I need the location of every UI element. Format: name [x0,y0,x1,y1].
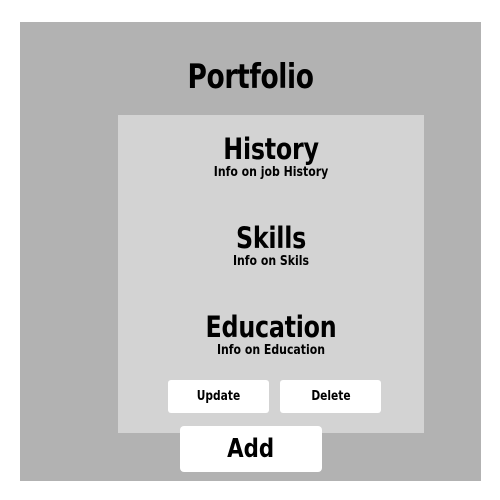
page-title: Portfolio [187,57,314,97]
delete-button-label: Delete [310,389,351,404]
skills-section: Skills Info on Skils [118,224,424,269]
history-title: History [223,132,319,166]
skills-info: Info on Skils [232,254,310,269]
education-section: Education Info on Education [118,313,424,358]
education-title: Education [205,310,337,344]
history-section: History Info on job History [118,135,424,180]
skills-title: Skills [235,221,307,255]
add-button[interactable]: Add [180,426,322,472]
update-button[interactable]: Update [168,380,269,413]
portfolio-frame: Portfolio History Info on job History Sk… [20,22,481,481]
delete-button[interactable]: Delete [280,380,381,413]
update-button-label: Update [196,389,241,404]
add-button-label: Add [227,434,275,464]
education-info: Info on Education [216,343,326,358]
history-info: Info on job History [213,165,329,180]
portfolio-panel: History Info on job History Skills Info … [118,115,424,433]
